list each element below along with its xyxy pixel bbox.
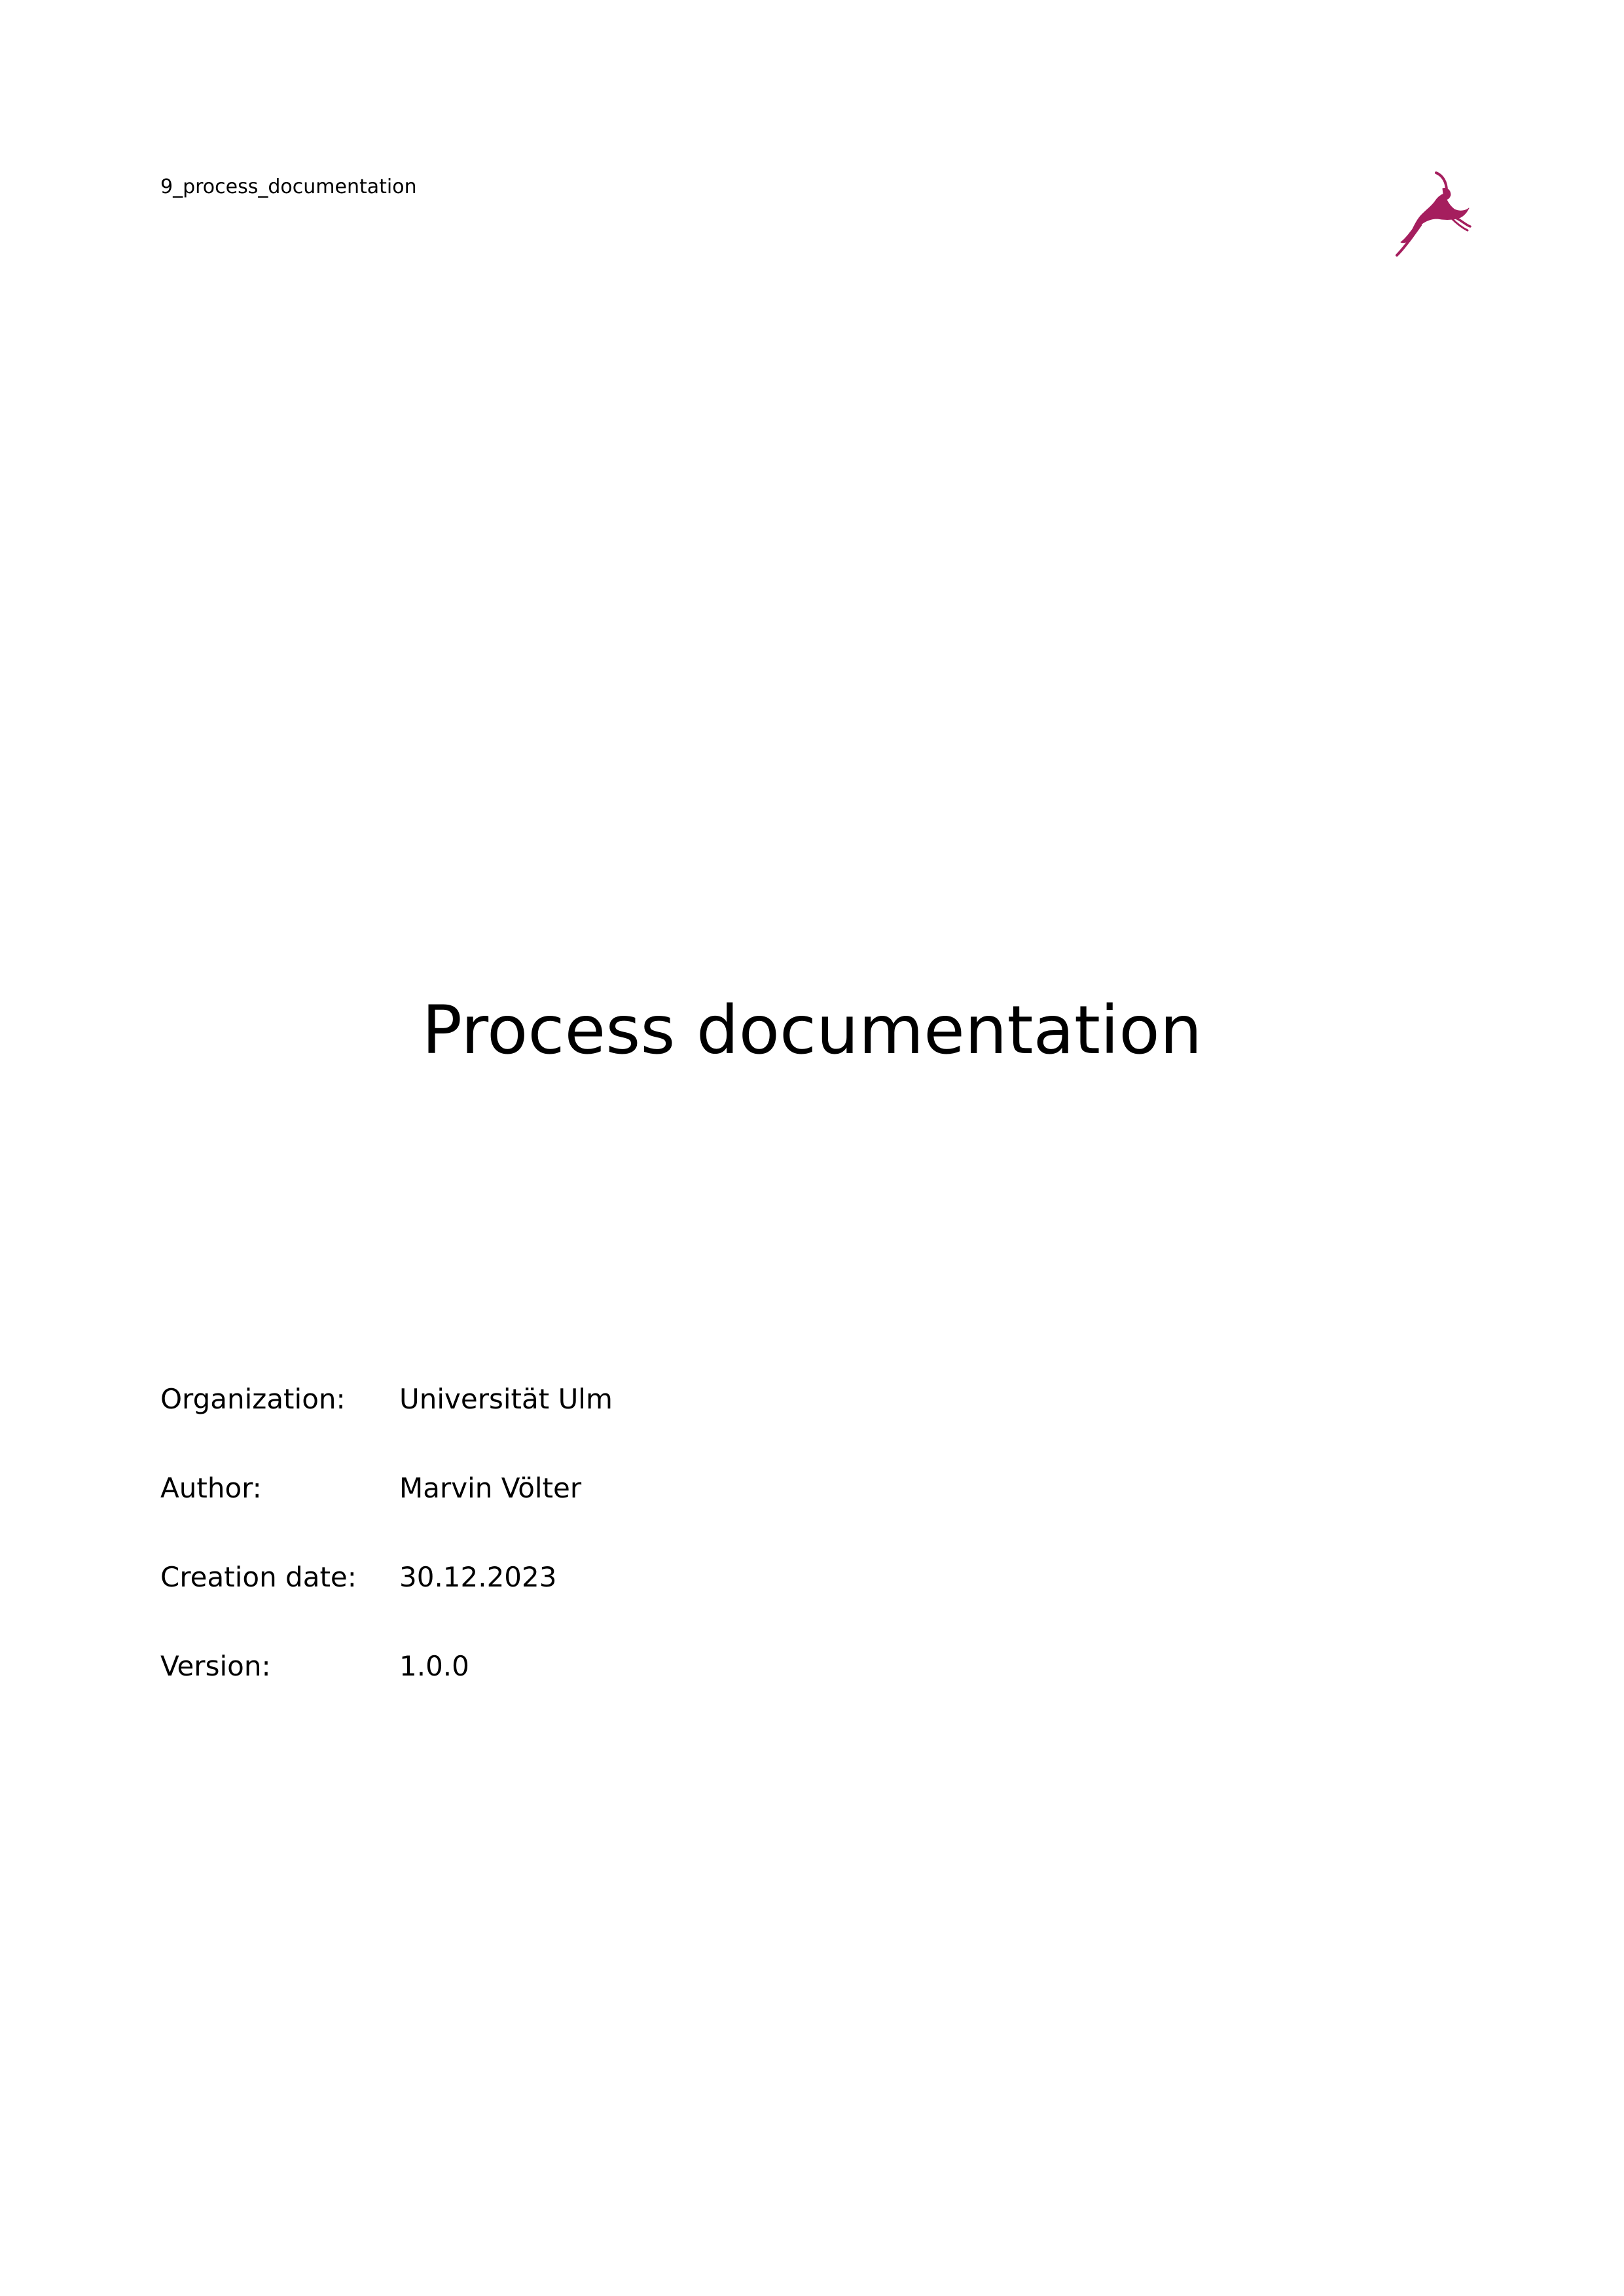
document-title: Process documentation bbox=[422, 992, 1202, 1069]
organization-label: Organization: bbox=[160, 1383, 346, 1415]
version-label: Version: bbox=[160, 1650, 271, 1682]
author-label: Author: bbox=[160, 1472, 262, 1504]
creation-date-label: Creation date: bbox=[160, 1561, 357, 1593]
creation-date-value: 30.12.2023 bbox=[399, 1561, 557, 1593]
gazelle-logo-icon bbox=[1394, 171, 1473, 257]
header-filename: 9_process_documentation bbox=[160, 175, 417, 198]
document-metadata: Organization: Universität Ulm Author: Ma… bbox=[160, 1381, 1077, 1737]
organization-value: Universität Ulm bbox=[399, 1383, 613, 1415]
metadata-row-author: Author: Marvin Völter bbox=[160, 1470, 1077, 1559]
metadata-row-organization: Organization: Universität Ulm bbox=[160, 1381, 1077, 1470]
version-value: 1.0.0 bbox=[399, 1650, 469, 1682]
metadata-row-creation-date: Creation date: 30.12.2023 bbox=[160, 1559, 1077, 1648]
metadata-row-version: Version: 1.0.0 bbox=[160, 1648, 1077, 1737]
author-value: Marvin Völter bbox=[399, 1472, 582, 1504]
